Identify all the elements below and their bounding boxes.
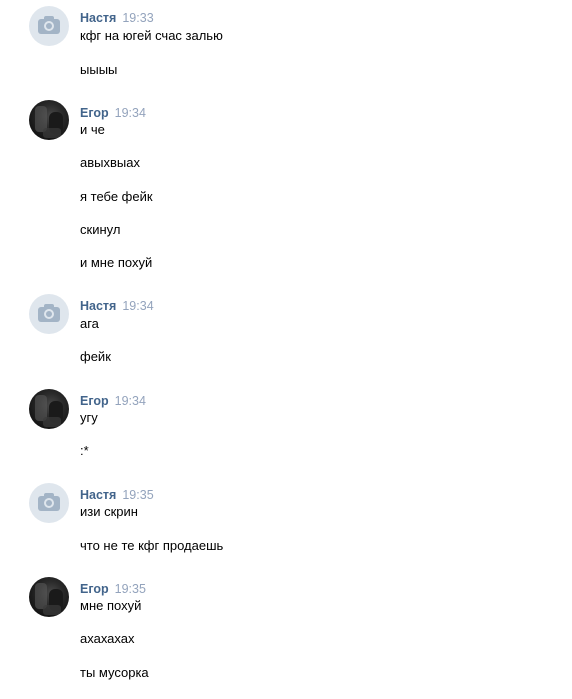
user-avatar[interactable] bbox=[29, 389, 69, 429]
message-text: что не те кфг продаешь bbox=[80, 538, 224, 553]
message-text: и мне похуй bbox=[80, 255, 153, 270]
message-text: ты мусорка bbox=[80, 665, 149, 680]
message-time[interactable]: 19:34 bbox=[122, 299, 153, 313]
message-time[interactable]: 19:35 bbox=[115, 582, 146, 596]
author-name[interactable]: Егор bbox=[80, 582, 109, 596]
message-history: Настя 19:33 кфг на югей счас залью ыыыы Е… bbox=[0, 0, 572, 699]
message-header: Настя 19:35 bbox=[80, 486, 154, 502]
message-header: Настя 19:33 bbox=[80, 9, 154, 25]
author-name[interactable]: Егор bbox=[80, 394, 109, 408]
message-header: Егор 19:34 bbox=[80, 392, 146, 408]
message-text: мне похуй bbox=[80, 598, 142, 613]
message-time[interactable]: 19:35 bbox=[122, 488, 153, 502]
camera-placeholder-icon[interactable] bbox=[29, 294, 69, 334]
message-text: я тебе фейк bbox=[80, 189, 153, 204]
author-name[interactable]: Настя bbox=[80, 11, 116, 25]
message-time[interactable]: 19:33 bbox=[122, 11, 153, 25]
author-name[interactable]: Настя bbox=[80, 299, 116, 313]
user-avatar[interactable] bbox=[29, 577, 69, 617]
message-text: изи скрин bbox=[80, 504, 138, 519]
message-text: :* bbox=[80, 443, 89, 458]
message-header: Настя 19:34 bbox=[80, 297, 154, 313]
message-header: Егор 19:34 bbox=[80, 104, 146, 120]
message-text: фейк bbox=[80, 349, 111, 364]
user-avatar[interactable] bbox=[29, 100, 69, 140]
message-text: авыхвыах bbox=[80, 155, 140, 170]
message-time[interactable]: 19:34 bbox=[115, 394, 146, 408]
author-name[interactable]: Настя bbox=[80, 488, 116, 502]
message-header: Егор 19:35 bbox=[80, 580, 146, 596]
message-text: угу bbox=[80, 410, 98, 425]
message-text: ага bbox=[80, 316, 99, 331]
message-text: скинул bbox=[80, 222, 121, 237]
author-name[interactable]: Егор bbox=[80, 106, 109, 120]
message-text: ыыыы bbox=[80, 62, 118, 77]
camera-placeholder-icon[interactable] bbox=[29, 6, 69, 46]
message-text: ахахахах bbox=[80, 631, 135, 646]
camera-placeholder-icon[interactable] bbox=[29, 483, 69, 523]
message-text: и че bbox=[80, 122, 105, 137]
message-text: кфг на югей счас залью bbox=[80, 28, 223, 43]
message-time[interactable]: 19:34 bbox=[115, 106, 146, 120]
